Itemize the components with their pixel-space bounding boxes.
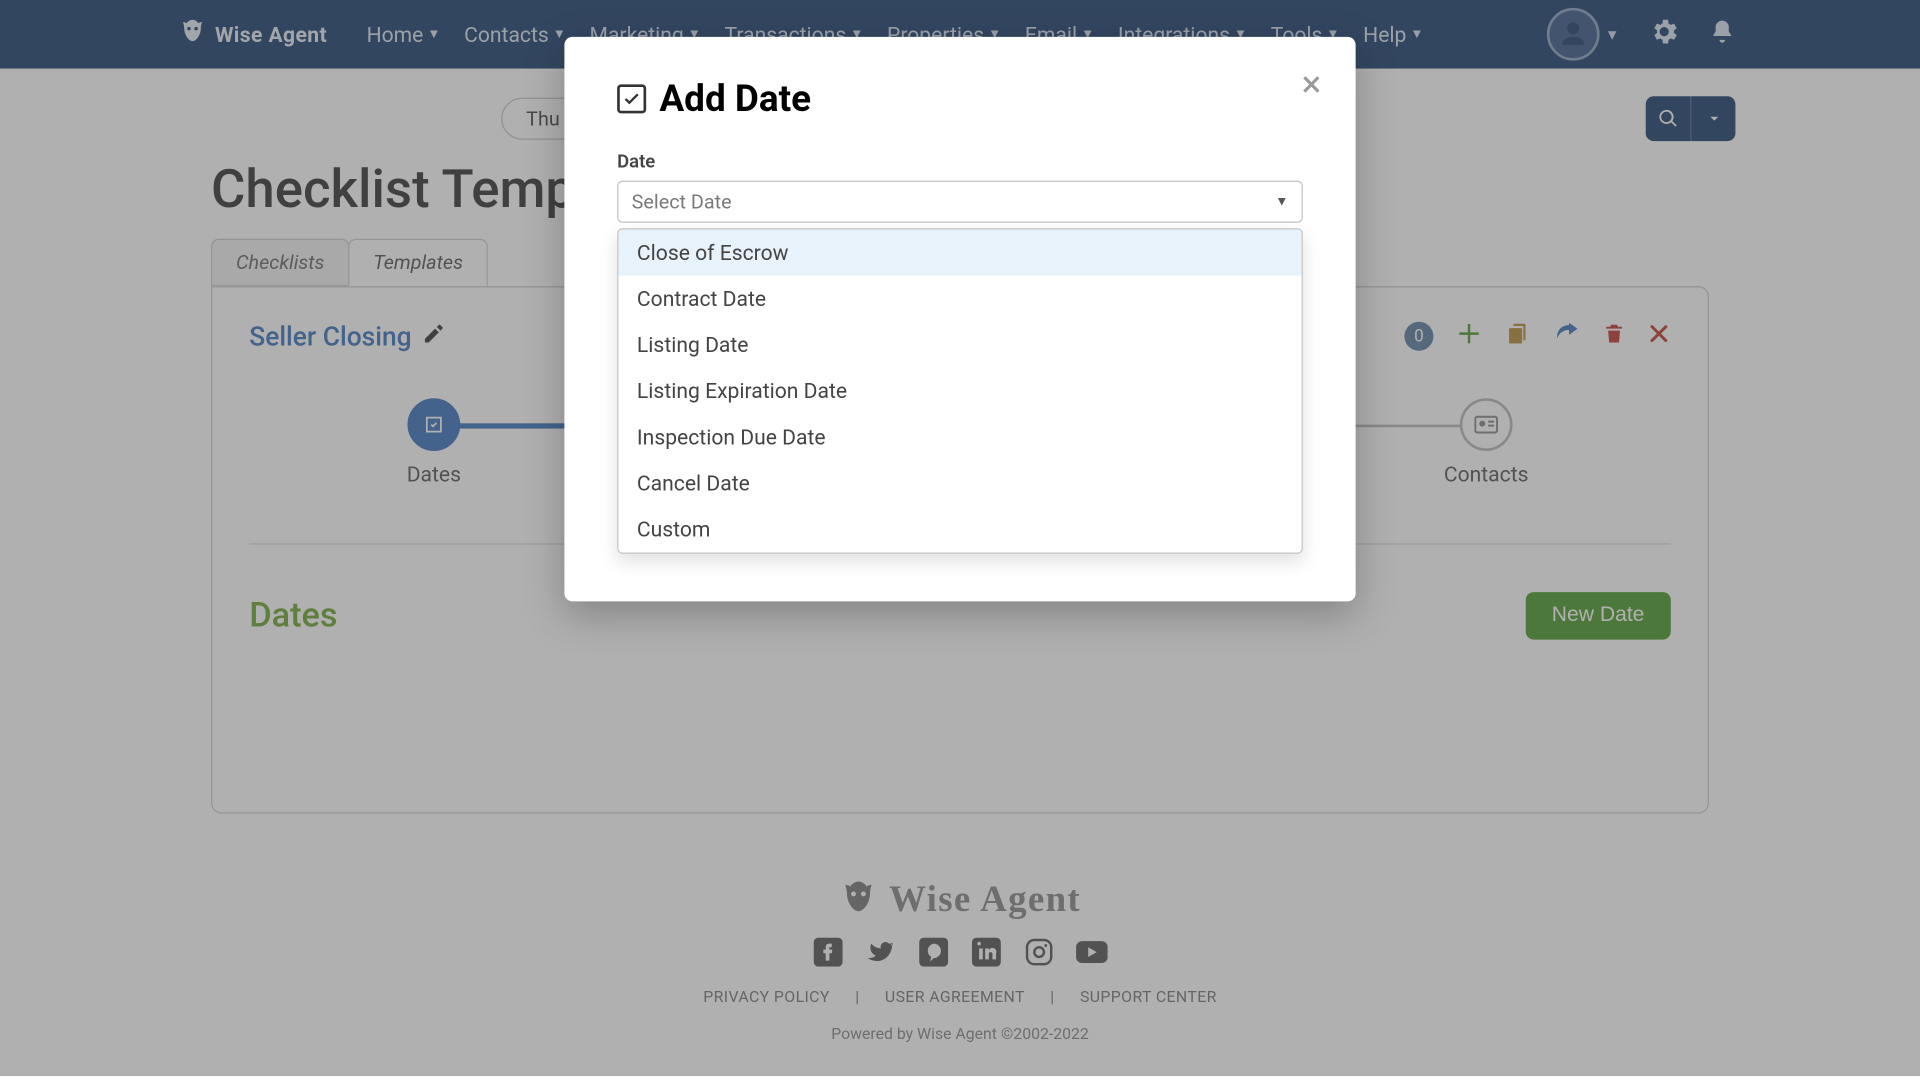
date-dropdown: Close of Escrow Contract Date Listing Da… bbox=[617, 228, 1303, 554]
option-text: Listing Date bbox=[637, 332, 749, 357]
modal-title-text: Add Date bbox=[659, 76, 811, 120]
option-listing-date[interactable]: Listing Date bbox=[618, 322, 1301, 368]
option-text: Contract Date bbox=[637, 286, 766, 311]
check-square-icon bbox=[617, 84, 646, 113]
option-text: Listing Expiration Date bbox=[637, 378, 847, 403]
option-cancel-date[interactable]: Cancel Date bbox=[618, 460, 1301, 506]
caret-down-icon: ▼ bbox=[1275, 195, 1288, 210]
option-contract-date[interactable]: Contract Date bbox=[618, 276, 1301, 322]
option-text: Cancel Date bbox=[637, 471, 750, 496]
option-inspection-due[interactable]: Inspection Due Date bbox=[618, 414, 1301, 460]
option-listing-expiration[interactable]: Listing Expiration Date bbox=[618, 368, 1301, 414]
select-placeholder: Select Date bbox=[632, 190, 732, 214]
date-field-label: Date bbox=[617, 152, 1303, 173]
modal-close-button[interactable]: × bbox=[1302, 66, 1322, 103]
option-text: Inspection Due Date bbox=[637, 425, 826, 450]
option-text: Custom bbox=[637, 517, 710, 542]
date-select[interactable]: Select Date ▼ bbox=[617, 181, 1303, 223]
option-text: Close of Escrow bbox=[637, 240, 789, 265]
add-date-modal: × Add Date Date Select Date ▼ Close of E… bbox=[564, 37, 1355, 601]
option-custom[interactable]: Custom bbox=[618, 506, 1301, 552]
modal-title: Add Date bbox=[617, 76, 1303, 120]
option-close-of-escrow[interactable]: Close of Escrow bbox=[618, 229, 1301, 275]
